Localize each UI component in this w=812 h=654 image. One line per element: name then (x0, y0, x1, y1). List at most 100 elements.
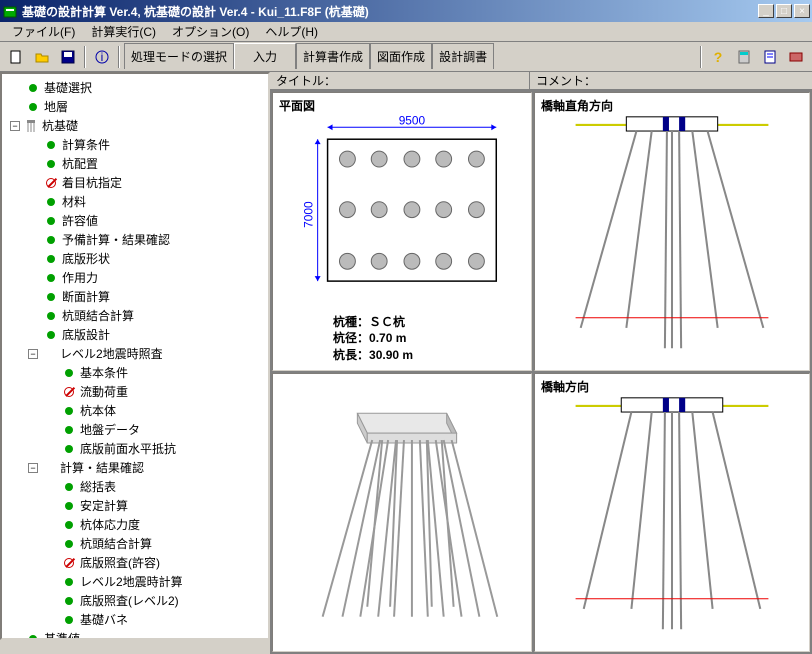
menu-option[interactable]: オプション(O) (164, 21, 257, 42)
document-icon[interactable] (758, 45, 782, 69)
tree-item[interactable]: 基本条件 (2, 363, 268, 382)
tree-label: 底版照査(許容) (80, 554, 160, 571)
pile-icon (24, 119, 38, 133)
tree-item[interactable]: 杭体応力度 (2, 515, 268, 534)
tree-item[interactable]: 底版前面水平抵抗 (2, 439, 268, 458)
axis-svg (535, 374, 809, 651)
tree-item[interactable]: 杭本体 (2, 401, 268, 420)
svg-text:i: i (101, 50, 104, 64)
open-button[interactable] (30, 45, 54, 69)
ok-icon (26, 81, 40, 95)
tree-item[interactable]: − 計算・結果確認 (2, 458, 268, 477)
title-label: タイトル： (270, 72, 530, 89)
tree-item[interactable]: 断面計算 (2, 287, 268, 306)
tab-report[interactable]: 計算書作成 (296, 43, 370, 69)
ok-icon (62, 613, 76, 627)
tree-label: 総括表 (80, 478, 116, 495)
collapse-icon[interactable]: − (28, 349, 38, 359)
tree-panel[interactable]: 基礎選択地層−杭基礎計算条件杭配置着目杭指定材料許容値予備計算・結果確認底版形状… (0, 72, 270, 640)
window-buttons: _ □ × (758, 4, 810, 18)
blank-icon (42, 461, 56, 475)
app-icon (2, 3, 18, 19)
tree-item[interactable]: 基礎バネ (2, 610, 268, 629)
ok-icon (44, 290, 58, 304)
calculator-icon[interactable] (732, 45, 756, 69)
tree-item[interactable]: − レベル2地震時照査 (2, 344, 268, 363)
tree-label: 許容値 (62, 212, 98, 229)
tree-label: 断面計算 (62, 288, 110, 305)
prohibit-icon (62, 385, 76, 399)
help-button[interactable]: ? (706, 45, 730, 69)
toolbar-separator (118, 46, 120, 68)
info-button[interactable]: i (90, 45, 114, 69)
tree-label: 杭頭結合計算 (80, 535, 152, 552)
tree-label: 基礎バネ (80, 611, 128, 628)
tree-label: 作用力 (62, 269, 98, 286)
perp-svg (535, 93, 809, 370)
tree-item[interactable]: 底版設計 (2, 325, 268, 344)
tree-label: 底版照査(レベル2) (80, 592, 179, 609)
main-area: 基礎選択地層−杭基礎計算条件杭配置着目杭指定材料許容値予備計算・結果確認底版形状… (0, 72, 812, 640)
ok-icon (44, 271, 58, 285)
tree-label: 地層 (44, 98, 68, 115)
menu-help[interactable]: ヘルプ(H) (257, 21, 326, 42)
blank-icon (42, 347, 56, 361)
tree-item[interactable]: 総括表 (2, 477, 268, 496)
tree-item[interactable]: 材料 (2, 192, 268, 211)
close-button[interactable]: × (794, 4, 810, 18)
plan-view[interactable]: 平面図 9500 7000 (272, 92, 532, 371)
tree-label: 安定計算 (80, 497, 128, 514)
new-button[interactable] (4, 45, 28, 69)
tree-item[interactable]: 基準値 (2, 629, 268, 640)
tree-item[interactable]: 作用力 (2, 268, 268, 287)
tree-label: 流動荷重 (80, 383, 128, 400)
plan-title: 平面図 (279, 97, 315, 114)
perpendicular-view[interactable]: 橋軸直角方向 (534, 92, 810, 371)
menu-file[interactable]: ファイル(F) (4, 21, 83, 42)
tree-label: レベル2地震時照査 (60, 345, 163, 362)
mode-tabs: 処理モードの選択 入力 計算書作成 図面作成 設計調書 (124, 45, 494, 69)
tree-label: 杭配置 (62, 155, 98, 172)
tree-item[interactable]: 流動荷重 (2, 382, 268, 401)
dim-width: 9500 (399, 113, 426, 127)
tree-item[interactable]: 地盤データ (2, 420, 268, 439)
menu-calc[interactable]: 計算実行(C) (83, 21, 164, 42)
tab-mode-select[interactable]: 処理モードの選択 (124, 43, 234, 69)
tree-item[interactable]: 安定計算 (2, 496, 268, 515)
ok-icon (62, 594, 76, 608)
tree-item[interactable]: 底版形状 (2, 249, 268, 268)
tree-item[interactable]: 杭頭結合計算 (2, 534, 268, 553)
tree-item[interactable]: 計算条件 (2, 135, 268, 154)
collapse-icon[interactable]: − (10, 121, 20, 131)
collapse-icon[interactable]: − (28, 463, 38, 473)
prohibit-icon (44, 176, 58, 190)
maximize-button[interactable]: □ (776, 4, 792, 18)
tree-label: レベル2地震時計算 (80, 573, 183, 590)
3d-view[interactable] (272, 373, 532, 652)
tab-input[interactable]: 入力 (234, 43, 296, 69)
tab-design-report[interactable]: 設計調書 (432, 43, 494, 69)
save-button[interactable] (56, 45, 80, 69)
toolbar-separator (84, 46, 86, 68)
tree-item[interactable]: 杭頭結合計算 (2, 306, 268, 325)
tree-item[interactable]: 底版照査(許容) (2, 553, 268, 572)
tree-item[interactable]: 許容値 (2, 211, 268, 230)
settings-icon[interactable] (784, 45, 808, 69)
tab-drawing[interactable]: 図面作成 (370, 43, 432, 69)
tree-item[interactable]: 底版照査(レベル2) (2, 591, 268, 610)
ok-icon (62, 575, 76, 589)
tree-item[interactable]: 基礎選択 (2, 78, 268, 97)
tree-item[interactable]: 着目杭指定 (2, 173, 268, 192)
menubar: ファイル(F) 計算実行(C) オプション(O) ヘルプ(H) (0, 22, 812, 42)
tree-item[interactable]: −杭基礎 (2, 116, 268, 135)
tree-label: 計算・結果確認 (60, 459, 144, 476)
tree-item[interactable]: 予備計算・結果確認 (2, 230, 268, 249)
tree-item[interactable]: レベル2地震時計算 (2, 572, 268, 591)
axis-view[interactable]: 橋軸方向 (534, 373, 810, 652)
ok-icon (62, 537, 76, 551)
tree-item[interactable]: 地層 (2, 97, 268, 116)
minimize-button[interactable]: _ (758, 4, 774, 18)
tree-label: 杭体応力度 (80, 516, 140, 533)
view-grid: 平面図 9500 7000 (270, 90, 812, 654)
tree-item[interactable]: 杭配置 (2, 154, 268, 173)
